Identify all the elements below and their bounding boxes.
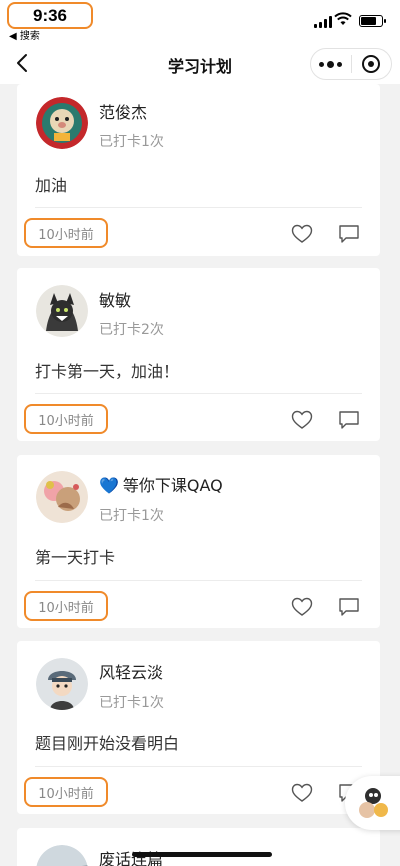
post-card: 💙 等你下课QAQ 已打卡1次 第一天打卡 10小时前	[17, 455, 380, 628]
divider	[35, 393, 362, 394]
post-card: 风轻云淡 已打卡1次 题目刚开始没看明白 10小时前	[17, 641, 380, 814]
divider	[35, 766, 362, 767]
user-name-text: 等你下课QAQ	[122, 476, 223, 495]
status-bar: 9:36 ◀ 搜索	[0, 0, 400, 44]
checkin-count: 已打卡1次	[99, 508, 164, 524]
avatar[interactable]	[36, 285, 88, 337]
user-name[interactable]: 范俊杰	[99, 99, 147, 123]
post-card: 废话连篇	[17, 828, 380, 866]
post-content: 第一天打卡	[35, 548, 116, 567]
more-dots-icon[interactable]	[311, 60, 351, 68]
avatar[interactable]	[36, 97, 88, 149]
checkin-count: 已打卡1次	[99, 695, 164, 711]
avatar[interactable]	[36, 845, 88, 866]
floating-assistant-button[interactable]	[345, 776, 400, 830]
checkin-count: 已打卡2次	[99, 322, 164, 338]
divider	[35, 580, 362, 581]
blue-heart-emoji: 💙	[99, 476, 119, 495]
user-name[interactable]: 敏敏	[99, 287, 131, 311]
post-card: 敏敏 已打卡2次 打卡第一天，加油！ 10小时前	[17, 268, 380, 441]
comment-icon[interactable]	[338, 410, 360, 430]
battery-icon	[359, 15, 386, 27]
user-name[interactable]: 风轻云淡	[99, 659, 163, 683]
back-to-app-link[interactable]: ◀ 搜索	[9, 27, 40, 42]
heart-outline-icon[interactable]	[291, 597, 313, 617]
post-feed: 范俊杰 已打卡1次 加油 10小时前 敏敏 已打卡2次 打卡第一天，加油！ 10	[0, 84, 400, 866]
signal-icon	[314, 16, 332, 28]
comment-icon[interactable]	[338, 597, 360, 617]
heart-outline-icon[interactable]	[291, 224, 313, 244]
user-name[interactable]: 💙 等你下课QAQ	[99, 472, 223, 496]
post-time: 10小时前	[24, 591, 108, 621]
heart-outline-icon[interactable]	[291, 783, 313, 803]
post-content: 加油	[35, 176, 68, 195]
nav-bar: 学习计划	[0, 44, 400, 84]
home-indicator	[132, 852, 272, 857]
target-icon[interactable]	[352, 55, 392, 73]
post-time: 10小时前	[24, 218, 108, 248]
post-time: 10小时前	[24, 777, 108, 807]
status-time: 9:36	[7, 2, 93, 29]
post-card: 范俊杰 已打卡1次 加油 10小时前	[17, 84, 380, 256]
comment-icon[interactable]	[338, 224, 360, 244]
divider	[35, 207, 362, 208]
avatar[interactable]	[36, 658, 88, 710]
post-content: 打卡第一天，加油！	[35, 362, 180, 381]
heart-outline-icon[interactable]	[291, 410, 313, 430]
checkin-count: 已打卡1次	[99, 134, 164, 150]
avatar[interactable]	[36, 471, 88, 523]
miniprogram-capsule	[310, 48, 392, 80]
post-time: 10小时前	[24, 404, 108, 434]
wifi-icon	[334, 12, 352, 25]
post-content: 题目刚开始没看明白	[35, 734, 180, 753]
